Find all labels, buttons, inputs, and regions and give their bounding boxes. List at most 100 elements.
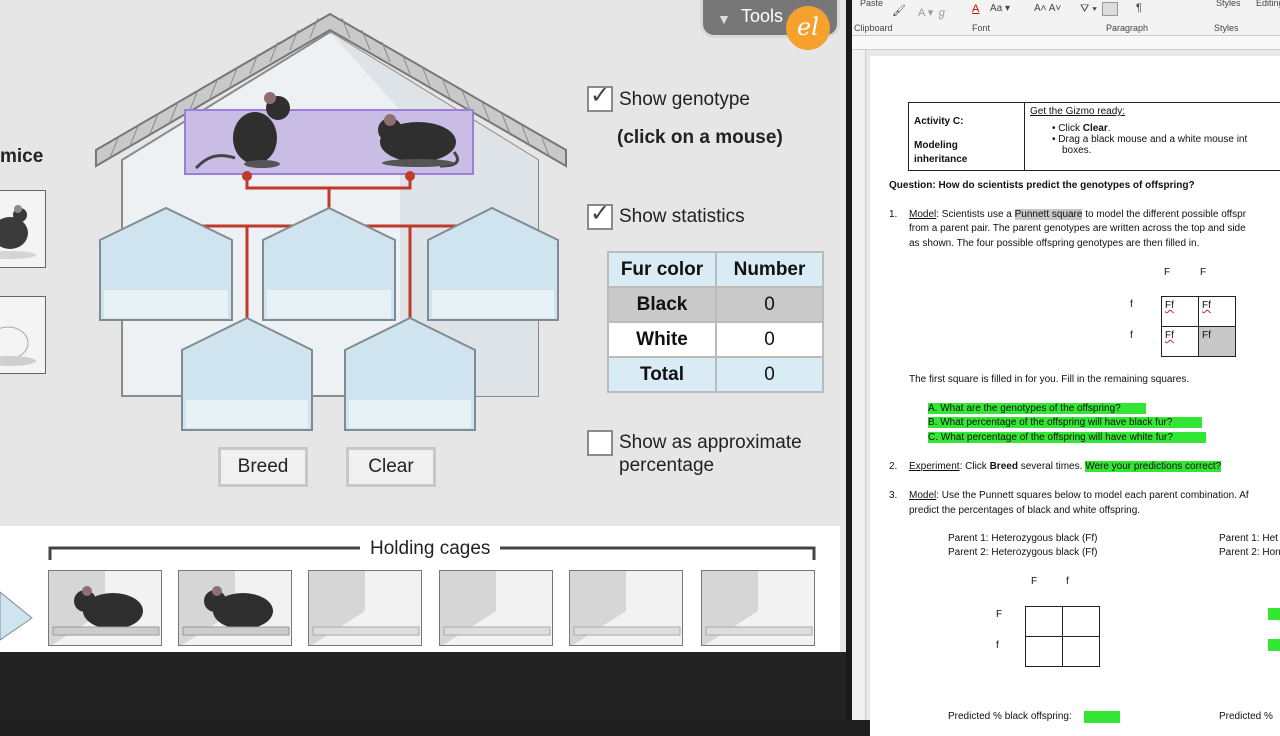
predicted-label: Predicted % black offspring: [948, 711, 1072, 722]
punnett-side-allele: f [1130, 299, 1133, 310]
holding-cage[interactable] [178, 570, 292, 646]
borders-icon[interactable] [1102, 2, 1118, 16]
predicted-label: Predicted % [1219, 711, 1273, 722]
show-percentage-label: Show as approximate percentage [619, 432, 802, 476]
holding-cage[interactable] [439, 570, 553, 646]
clear-button[interactable]: Clear [346, 447, 436, 487]
holding-cage[interactable] [701, 570, 815, 646]
parent2-label: Parent 2: Heterozygous black (Ff) [948, 547, 1098, 558]
paste-label[interactable]: Paste [860, 0, 883, 8]
bullet-text: boxes. [1062, 145, 1092, 156]
bullet-text: . [1107, 123, 1111, 134]
vertical-ruler[interactable] [852, 50, 866, 720]
format-painter-icon[interactable]: 🖌 [892, 4, 906, 17]
answer-field[interactable] [1268, 639, 1280, 651]
paragraph-group-label: Paragraph [1106, 23, 1149, 33]
punnett-square-empty[interactable] [1025, 606, 1100, 667]
font-group-label: Font [972, 23, 991, 33]
stats-row-value: 0 [715, 286, 824, 323]
breed-button[interactable]: Breed [218, 447, 308, 487]
change-case-icon[interactable]: Aa ▾ [990, 3, 1010, 14]
horizontal-ruler[interactable] [852, 36, 1280, 50]
answer-field[interactable] [1268, 608, 1280, 620]
question-b: B. What percentage of the offspring will… [928, 417, 1202, 428]
punnett-term: Punnett square [1014, 209, 1083, 220]
empty-cage-icon [440, 571, 551, 645]
stats-header: Fur color [607, 251, 717, 288]
punnett-cell: Ff [1198, 326, 1236, 357]
item-text: from a parent pair. The parent genotypes… [909, 223, 1246, 234]
punnett-square-example: Ff Ff Ff Ff [1161, 296, 1236, 357]
punnett-side-allele: F [996, 609, 1003, 620]
punnett-cell[interactable] [1025, 636, 1063, 667]
activity-subtitle: Modeling inheritance [914, 140, 968, 165]
show-percentage-checkbox[interactable] [587, 430, 613, 456]
experiment-link: Experiment [909, 461, 960, 472]
punnett-cell[interactable] [1025, 606, 1063, 637]
chevron-down-icon: ▼ [717, 11, 731, 27]
punnett-cell: Ff [1198, 296, 1236, 327]
activity-header-table: Activity C: Modeling inheritance Get the… [908, 102, 1280, 171]
parent1-label: Parent 1: Heterozygous black (Ff) [948, 533, 1098, 544]
document-page[interactable]: Activity C: Modeling inheritance Get the… [870, 56, 1280, 736]
item-number: 1. [889, 209, 898, 220]
item-text: to model the different possible offspr [1082, 209, 1247, 220]
bullet-bold: Clear [1082, 123, 1108, 134]
item-bold: Breed [989, 461, 1018, 472]
gizmo-panel: ▼ Tools el mice ✓ Show genotype (click o… [0, 0, 846, 652]
tools-label: Tools [741, 6, 784, 26]
empty-cage-icon [570, 571, 681, 645]
bullet-text: Click [1058, 123, 1083, 134]
item-text: : Scientists use a [936, 209, 1015, 220]
show-statistics-label: Show statistics [619, 206, 745, 227]
punnett-cell[interactable] [1062, 606, 1100, 637]
font-size-icon[interactable]: A˄ A˅ [1034, 3, 1061, 14]
show-genotype-checkbox[interactable]: ✓ [587, 84, 613, 112]
holding-cage[interactable] [48, 570, 162, 646]
holding-cage[interactable] [569, 570, 683, 646]
font-color-icon[interactable]: A [972, 3, 979, 15]
show-genotype-label: Show genotype [619, 89, 750, 110]
word-document-window: Paste 🖌 A ▾ ℊ A Aa ▾ A˄ A˅ ⛛ ▾ ¶ Styles … [852, 0, 1280, 736]
punnett-cell[interactable] [1062, 636, 1100, 667]
stats-row-value: 0 [715, 321, 824, 358]
punnett-cell: Ff [1161, 296, 1199, 327]
editing-label[interactable]: Editing [1256, 0, 1280, 8]
pilcrow-icon[interactable]: ¶ [1136, 2, 1142, 14]
parent1-label: Parent 1: Het [1219, 533, 1278, 544]
breeding-house [95, 12, 567, 431]
item-text: as shown. The four possible offspring ge… [909, 238, 1200, 249]
question-heading: Question: How do scientists predict the … [889, 180, 1195, 191]
el-logo-icon[interactable]: el [786, 6, 830, 50]
statistics-table: Fur color Number Black 0 White 0 Total 0 [607, 251, 824, 393]
stats-header: Number [715, 251, 824, 288]
click-hint: (click on a mouse) [617, 127, 783, 148]
word-ribbon: Paste 🖌 A ▾ ℊ A Aa ▾ A˄ A˅ ⛛ ▾ ¶ Styles … [852, 0, 1280, 36]
holding-cages-panel: Holding cages [0, 526, 840, 652]
black-mouse-icon [179, 571, 290, 645]
empty-cage-icon [702, 571, 813, 645]
styles-top-label[interactable]: Styles [1216, 0, 1241, 8]
font-controls-icon[interactable]: A ▾ ℊ [918, 4, 947, 20]
bullet-text: Drag a black mouse and a white mouse int [1058, 134, 1248, 145]
punnett-cell: Ff [1161, 326, 1199, 357]
punnett-side-allele: f [996, 640, 999, 651]
punnett-top-allele: F [1031, 576, 1038, 587]
item-text: predict the percentages of black and whi… [909, 505, 1141, 516]
item-number: 3. [889, 490, 898, 501]
punnett-top-allele: f [1066, 576, 1069, 587]
holding-cage[interactable] [308, 570, 422, 646]
model-link: Model [909, 209, 937, 220]
check-icon: ✓ [590, 200, 611, 227]
predictions-question: Were your predictions correct? [1085, 461, 1222, 472]
predicted-answer-field[interactable] [1084, 711, 1120, 723]
item-text: : Click [959, 461, 990, 472]
filled-note: The first square is filled in for you. F… [909, 374, 1190, 385]
show-statistics-checkbox[interactable]: ✓ [587, 200, 613, 230]
shading-icon[interactable]: ⛛ ▾ [1080, 3, 1097, 16]
model-link: Model [909, 490, 937, 501]
stats-row-label: Black [607, 286, 717, 323]
gizmo-ready-heading: Get the Gizmo ready: [1030, 106, 1126, 117]
question-a: A. What are the genotypes of the offspri… [928, 403, 1146, 414]
parent2-label: Parent 2: Hon [1219, 547, 1280, 558]
